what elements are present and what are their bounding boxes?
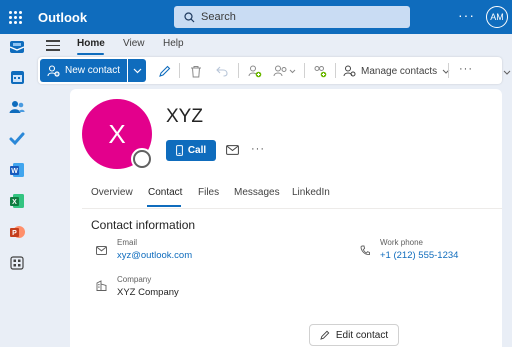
tab-linkedin[interactable]: LinkedIn <box>292 187 330 198</box>
top-bar: Outlook Search ··· AM <box>0 0 512 34</box>
search-input[interactable]: Search <box>174 6 410 28</box>
ribbon-toolbar: New contact Manage contacts ··· <box>38 57 502 84</box>
tab-messages[interactable]: Messages <box>234 187 280 198</box>
edit-pencil-icon[interactable] <box>156 63 172 79</box>
phone-icon <box>360 245 370 255</box>
email-icon <box>96 246 107 255</box>
app-launcher-icon[interactable] <box>0 0 30 34</box>
more-contact-actions-icon[interactable]: ··· <box>251 143 265 155</box>
active-tab-indicator <box>147 205 181 207</box>
chevron-down-icon <box>133 68 141 73</box>
email-label: Email <box>117 238 138 247</box>
delete-icon[interactable] <box>188 63 204 79</box>
presence-status-icon <box>131 148 153 170</box>
more-actions-icon[interactable]: ··· <box>459 63 473 75</box>
manage-contacts-label: Manage contacts <box>361 65 438 77</box>
toolbar-divider <box>304 63 305 78</box>
company-value: XYZ Company <box>117 287 179 298</box>
phone-link[interactable]: +1 (212) 555-1234 <box>380 250 458 261</box>
toolbar-divider <box>335 63 336 78</box>
edit-contact-button[interactable]: Edit contact <box>309 324 399 346</box>
section-title: Contact information <box>91 218 196 232</box>
undo-icon[interactable] <box>214 63 230 79</box>
search-placeholder: Search <box>201 11 236 23</box>
email-link[interactable]: xyz@outlook.com <box>117 250 192 261</box>
more-options-icon[interactable]: ··· <box>458 8 475 22</box>
calendar-icon[interactable] <box>8 68 26 86</box>
toolbar-divider <box>238 63 239 78</box>
tab-help[interactable]: Help <box>163 38 184 49</box>
new-contact-label: New contact <box>65 65 121 76</box>
svg-text:X: X <box>12 199 17 206</box>
excel-icon[interactable]: X <box>8 192 26 210</box>
svg-text:W: W <box>11 168 18 175</box>
edit-contact-label: Edit contact <box>335 329 389 341</box>
new-contact-button[interactable]: New contact <box>40 59 127 82</box>
tab-home[interactable]: Home <box>77 38 105 49</box>
add-group-icon[interactable] <box>312 63 328 79</box>
todo-icon[interactable] <box>8 130 26 148</box>
word-icon[interactable]: W <box>8 161 26 179</box>
app-title: Outlook <box>38 9 88 25</box>
tab-divider <box>82 208 502 209</box>
manage-contacts-icon <box>343 65 356 77</box>
more-apps-icon[interactable] <box>8 254 26 272</box>
call-label: Call <box>187 145 207 156</box>
phone-device-icon <box>175 145 183 156</box>
app-rail: W X P <box>0 34 34 347</box>
share-contact-icon[interactable] <box>272 63 298 79</box>
search-icon <box>184 11 195 22</box>
hamburger-menu-icon[interactable] <box>46 40 60 54</box>
send-email-icon[interactable] <box>226 145 239 155</box>
toolbar-divider <box>448 63 449 78</box>
toolbar-divider <box>179 63 180 78</box>
tab-files[interactable]: Files <box>198 187 219 198</box>
tab-view[interactable]: View <box>123 38 145 49</box>
account-avatar[interactable]: AM <box>486 6 508 28</box>
people-icon[interactable] <box>8 98 26 116</box>
edit-pencil-icon <box>320 330 330 340</box>
add-person-icon <box>47 64 60 77</box>
active-tab-indicator <box>77 53 104 55</box>
mail-icon[interactable] <box>8 38 26 56</box>
call-button[interactable]: Call <box>166 140 216 161</box>
manage-contacts-button[interactable]: Manage contacts <box>343 63 455 79</box>
new-contact-dropdown[interactable] <box>128 59 146 82</box>
phone-label: Work phone <box>380 238 423 247</box>
company-building-icon <box>96 280 107 291</box>
collapse-ribbon-icon[interactable] <box>503 70 511 76</box>
svg-text:P: P <box>12 230 17 237</box>
contact-name: XYZ <box>166 106 203 127</box>
tab-overview[interactable]: Overview <box>91 187 133 198</box>
tab-contact[interactable]: Contact <box>148 187 182 198</box>
powerpoint-icon[interactable]: P <box>8 223 26 241</box>
company-label: Company <box>117 275 152 284</box>
add-to-list-icon[interactable] <box>247 63 263 79</box>
